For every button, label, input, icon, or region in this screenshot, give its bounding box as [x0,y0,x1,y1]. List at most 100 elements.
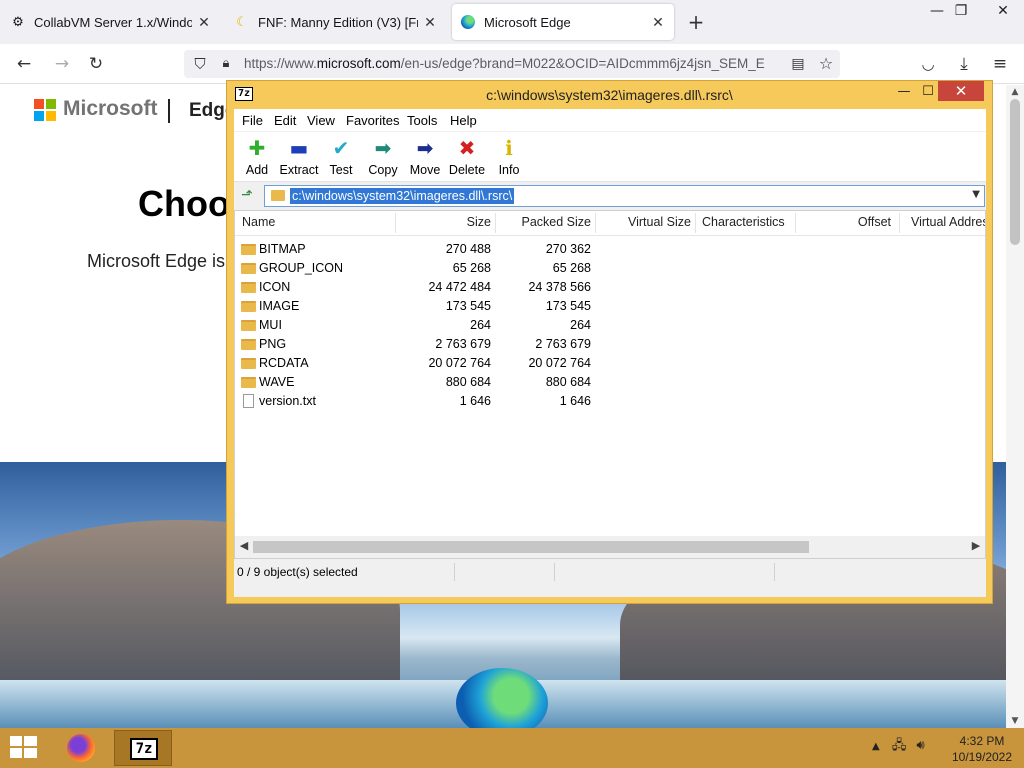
test-button[interactable]: ✔ Test [318,136,364,180]
list-item[interactable]: WAVE 880 684 880 684 [235,373,985,392]
column-size[interactable]: Size [395,215,491,229]
new-tab-button[interactable]: + [684,10,708,34]
maximize-button[interactable]: ☐ [917,83,939,101]
reload-button[interactable]: ↻ [84,52,108,76]
lock-icon[interactable]: 🔒︎ [214,52,238,76]
volume-icon[interactable]: 🔊︎ [916,738,924,753]
delete-button[interactable]: ✖ Delete [442,136,492,180]
restore-button[interactable]: ❐ [944,0,978,22]
column-virtual-size[interactable]: Virtual Size [595,215,691,229]
7zip-taskbar-button[interactable]: 7z [114,730,172,766]
item-packed-size: 173 545 [545,299,591,313]
item-name: PNG [259,337,287,351]
item-packed-size: 1 646 [559,394,591,408]
column-virtual-address[interactable]: Virtual Address [911,215,985,229]
scrollbar-thumb[interactable] [253,541,809,553]
status-divider [774,563,775,581]
address-input[interactable]: c:\windows\system32\imageres.dll\.rsrc\ … [264,185,985,207]
window-title-bar[interactable]: 7z c:\windows\system32\imageres.dll\.rsr… [227,81,992,108]
scroll-up-icon[interactable]: ▲ [1006,87,1024,97]
item-packed-size: 270 362 [545,242,591,256]
item-name: ICON [259,280,291,294]
menu-edit[interactable]: Edit [274,113,296,128]
copy-button[interactable]: ➡ Copy [360,136,406,180]
column-packed-size[interactable]: Packed Size [495,215,591,229]
list-item[interactable]: BITMAP 270 488 270 362 [235,240,985,259]
menu-tools[interactable]: Tools [407,113,437,128]
banana-icon: ☾ [236,14,248,29]
toolbar: ✚ Add ▬ Extract ✔ Test ➡ Copy ➡ Move ✖ D… [234,132,986,182]
close-window-button[interactable]: ✕ [986,0,1020,22]
page-scrollbar[interactable]: ▲ ▼ [1006,85,1024,728]
bookmark-star-icon[interactable]: ☆ [814,52,838,76]
item-name: GROUP_ICON [259,261,344,275]
tab-collabvm[interactable]: ⚙ CollabVM Server 1.x/Windows P ✕ [2,4,220,40]
menu-help[interactable]: Help [450,113,477,128]
system-tray: ▲ 🖧︎ 🔊︎ [872,736,925,758]
firefox-taskbar-button[interactable] [52,730,110,766]
close-icon[interactable]: ✕ [650,14,666,31]
scroll-down-icon[interactable]: ▼ [1006,716,1024,726]
up-folder-icon[interactable]: ⬏ [238,186,256,204]
list-item[interactable]: PNG 2 763 679 2 763 679 [235,335,985,354]
menu-file[interactable]: File [242,113,263,128]
column-name[interactable]: Name [242,215,275,229]
item-size: 1 646 [459,394,491,408]
list-item[interactable]: ICON 24 472 484 24 378 566 [235,278,985,297]
list-item[interactable]: IMAGE 173 545 173 545 [235,297,985,316]
toolbar-label: Delete [448,163,486,177]
selection-status: 0 / 9 object(s) selected [237,565,358,579]
menu-bar: File Edit View Favorites Tools Help [234,109,986,131]
item-size: 65 268 [452,261,491,275]
folder-icon [241,282,256,293]
shield-icon[interactable]: ⛉ [188,52,212,76]
start-button[interactable] [10,736,38,760]
window-body: File Edit View Favorites Tools Help ✚ Ad… [234,109,986,597]
minimize-button[interactable]: — [893,83,915,101]
close-icon[interactable]: ✕ [422,14,438,31]
extract-icon: ▬ [289,136,309,160]
forward-button[interactable]: → [50,52,74,76]
list-item[interactable]: version.txt 1 646 1 646 [235,392,985,411]
close-icon[interactable]: ✕ [196,14,212,31]
clock[interactable]: 4:32 PM 10/19/2022 [946,733,1018,765]
menu-icon[interactable]: ≡ [988,52,1012,76]
column-divider[interactable] [695,213,696,233]
url-text: https://www.microsoft.com/en-us/edge?bra… [244,56,765,71]
close-button[interactable]: ✕ [938,81,984,101]
chevron-down-icon[interactable]: ▼ [972,189,980,200]
microsoft-logo[interactable] [34,99,56,121]
folder-icon [241,339,256,350]
extract-button[interactable]: ▬ Extract [274,136,324,180]
column-characteristics[interactable]: Characteristics [702,215,785,229]
reader-view-icon[interactable]: ▤ [786,52,810,76]
scroll-left-icon[interactable]: ◀ [237,539,251,552]
column-offset[interactable]: Offset [795,215,891,229]
menu-view[interactable]: View [307,113,335,128]
scrollbar-thumb[interactable] [1010,99,1020,245]
folder-icon [241,301,256,312]
scroll-right-icon[interactable]: ▶ [969,539,983,552]
back-button[interactable]: ← [12,52,36,76]
url-bar[interactable]: ⛉ 🔒︎ https://www.microsoft.com/en-us/edg… [184,50,840,78]
tab-microsoft-edge[interactable]: Microsoft Edge ✕ [452,4,674,40]
list-item[interactable]: MUI 264 264 [235,316,985,335]
info-button[interactable]: ℹ Info [486,136,532,180]
menu-favorites[interactable]: Favorites [346,113,399,128]
brand-name[interactable]: Microsoft [63,97,158,121]
column-divider[interactable] [899,213,900,233]
item-name: MUI [259,318,282,332]
item-name: WAVE [259,375,295,389]
tab-fnf[interactable]: ☾ FNF: Manny Edition (V3) [Friday ✕ [226,4,446,40]
pocket-icon[interactable]: ◡ [916,52,940,76]
page-subline: Microsoft Edge is [87,251,226,271]
list-item[interactable]: RCDATA 20 072 764 20 072 764 [235,354,985,373]
show-hidden-icons-icon[interactable]: ▲ [872,741,880,752]
page-headline: Choo [138,183,230,224]
network-icon[interactable]: 🖧︎ [892,738,907,753]
horizontal-scrollbar[interactable]: ◀ ▶ [235,536,985,558]
downloads-icon[interactable]: ⤓ [952,52,976,76]
window-title: c:\windows\system32\imageres.dll\.rsrc\ [486,87,733,103]
list-item[interactable]: GROUP_ICON 65 268 65 268 [235,259,985,278]
item-packed-size: 20 072 764 [528,356,591,370]
